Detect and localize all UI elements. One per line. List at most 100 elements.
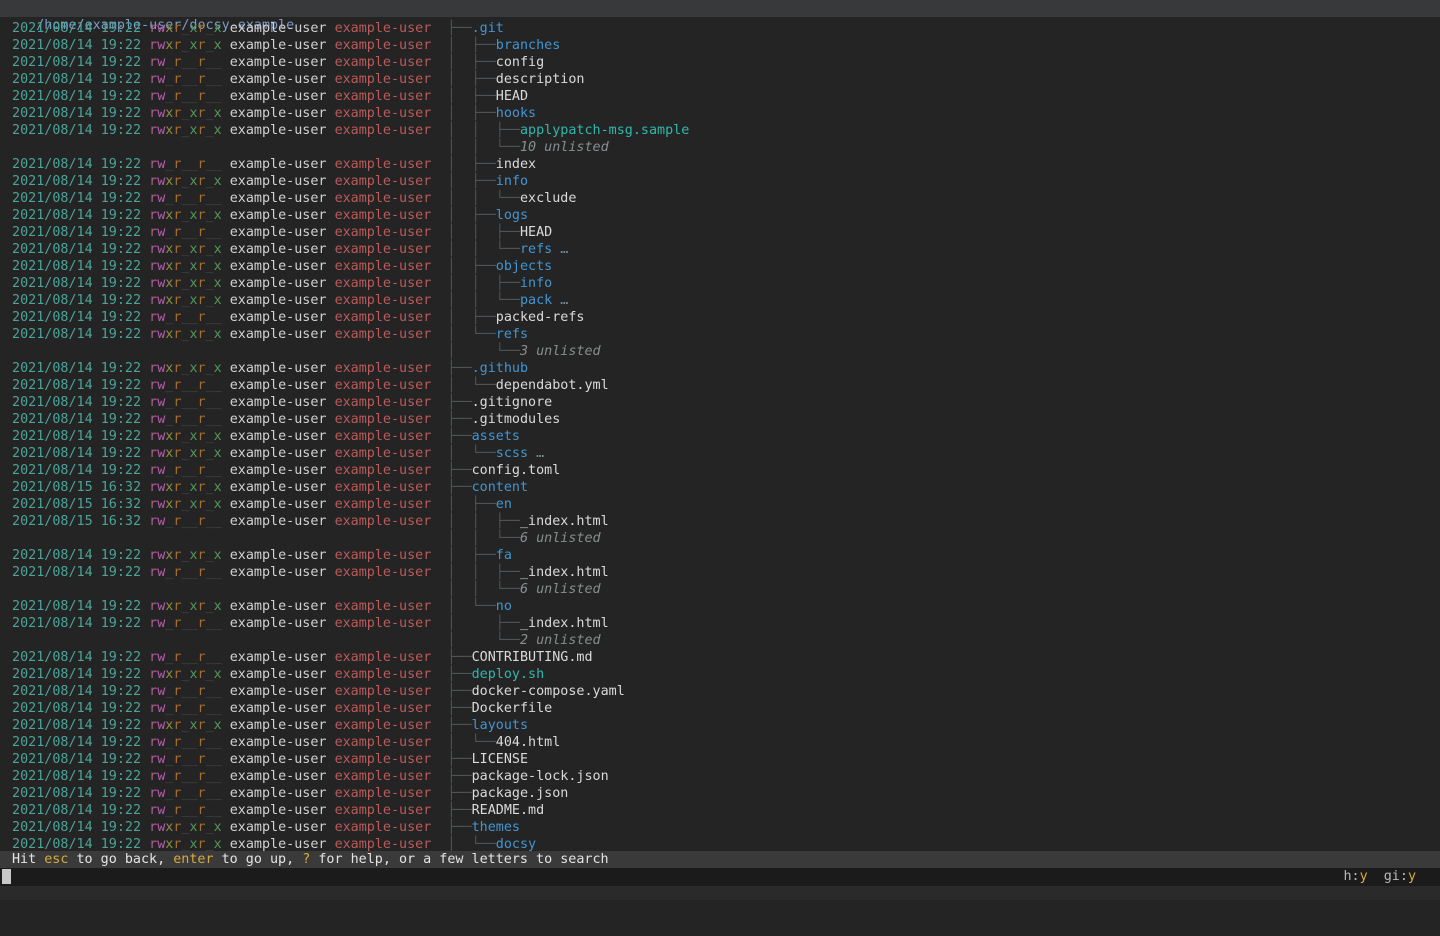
tree-node-name[interactable]: Dockerfile — [472, 701, 553, 716]
tree-node-name[interactable]: README.md — [472, 803, 545, 818]
tree-row[interactable]: 2021/08/14 19:22 rw_r__r__ example-user … — [4, 564, 1440, 581]
tree-row[interactable]: 2021/08/14 19:22 rw_r__r__ example-user … — [4, 802, 1440, 819]
tree-node-name[interactable]: scss — [496, 446, 528, 461]
tree-node-name[interactable]: pack — [520, 293, 552, 308]
tree-row[interactable]: 2021/08/14 19:22 rwxr_xr_x example-user … — [4, 258, 1440, 275]
tree-node-name[interactable]: _index.html — [520, 616, 609, 631]
tree-row[interactable]: 2021/08/14 19:22 rw_r__r__ example-user … — [4, 768, 1440, 785]
tree-row[interactable]: 2021/08/14 19:22 rwxr_xr_x example-user … — [4, 326, 1440, 343]
tree-node-name[interactable]: objects — [496, 259, 552, 274]
tree-row[interactable]: 2021/08/14 19:22 rwxr_xr_x example-user … — [4, 598, 1440, 615]
tree-node-name[interactable]: package.json — [472, 786, 569, 801]
flag-h[interactable]: h:y — [1343, 869, 1367, 884]
tree-row[interactable]: 2021/08/14 19:22 rwxr_xr_x example-user … — [4, 105, 1440, 122]
tree-node-name[interactable]: package-lock.json — [472, 769, 609, 784]
tree-row[interactable]: 2021/08/14 19:22 rw_r__r__ example-user … — [4, 700, 1440, 717]
tree-node-name[interactable]: 404.html — [496, 735, 561, 750]
tree-row[interactable]: 2021/08/14 19:22 rw_r__r__ example-user … — [4, 394, 1440, 411]
tree-node-name[interactable]: docker-compose.yaml — [472, 684, 625, 699]
tree-node-name[interactable]: LICENSE — [472, 752, 528, 767]
tree-node-name[interactable]: no — [496, 599, 512, 614]
tree-node-name[interactable]: packed-refs — [496, 310, 585, 325]
tree-row[interactable]: 2021/08/14 19:22 rwxr_xr_x example-user … — [4, 428, 1440, 445]
tree-node-name[interactable]: assets — [472, 429, 520, 444]
tree-node-name[interactable]: .git — [472, 21, 504, 36]
tree-row[interactable]: │ └──3 unlisted — [4, 343, 1440, 360]
tree-row[interactable]: 2021/08/14 19:22 rw_r__r__ example-user … — [4, 88, 1440, 105]
tree-row[interactable]: │ │ └──6 unlisted — [4, 581, 1440, 598]
tree-row[interactable]: 2021/08/14 19:22 rw_r__r__ example-user … — [4, 411, 1440, 428]
tree-node-name[interactable]: exclude — [520, 191, 576, 206]
tree-node-name[interactable]: config.toml — [472, 463, 561, 478]
tree-row[interactable]: 2021/08/14 19:22 rwxr_xr_x example-user … — [4, 37, 1440, 54]
tree-node-name[interactable]: fa — [496, 548, 512, 563]
tree-node-name[interactable]: 6 unlisted — [520, 531, 601, 546]
tree-row[interactable]: 2021/08/14 19:22 rw_r__r__ example-user … — [4, 649, 1440, 666]
tree-row[interactable]: │ │ └──10 unlisted — [4, 139, 1440, 156]
tree-row[interactable]: 2021/08/14 19:22 rw_r__r__ example-user … — [4, 54, 1440, 71]
tree-node-name[interactable]: docsy — [496, 837, 536, 852]
tree-node-name[interactable]: layouts — [472, 718, 528, 733]
tree-node-name[interactable]: 2 unlisted — [520, 633, 601, 648]
tree-node-name[interactable]: config — [496, 55, 544, 70]
tree-row[interactable]: 2021/08/15 16:32 rwxr_xr_x example-user … — [4, 496, 1440, 513]
tree-row[interactable]: 2021/08/14 19:22 rwxr_xr_x example-user … — [4, 717, 1440, 734]
tree-node-name[interactable]: hooks — [496, 106, 536, 121]
tree-row[interactable]: 2021/08/14 19:22 rw_r__r__ example-user … — [4, 751, 1440, 768]
tree-row[interactable]: 2021/08/14 19:22 rwxr_xr_x example-user … — [4, 275, 1440, 292]
flag-gi[interactable]: gi:y — [1384, 869, 1416, 884]
text-cursor[interactable] — [2, 869, 11, 884]
tree-row[interactable]: 2021/08/15 16:32 rw_r__r__ example-user … — [4, 513, 1440, 530]
tree-node-name[interactable]: refs — [520, 242, 552, 257]
tree-node-name[interactable]: deploy.sh — [472, 667, 545, 682]
tree-row[interactable]: 2021/08/14 19:22 rwxr_xr_x example-user … — [4, 20, 1440, 37]
tree-row[interactable]: 2021/08/14 19:22 rw_r__r__ example-user … — [4, 224, 1440, 241]
tree-row[interactable]: 2021/08/14 19:22 rw_r__r__ example-user … — [4, 683, 1440, 700]
tree-node-name[interactable]: content — [472, 480, 528, 495]
tree-node-name[interactable]: branches — [496, 38, 561, 53]
tree-node-name[interactable]: info — [520, 276, 552, 291]
tree-row[interactable]: 2021/08/14 19:22 rw_r__r__ example-user … — [4, 309, 1440, 326]
tree-node-name[interactable]: _index.html — [520, 565, 609, 580]
tree-node-name[interactable]: index — [496, 157, 536, 172]
tree-row[interactable]: 2021/08/14 19:22 rwxr_xr_x example-user … — [4, 547, 1440, 564]
input-bar[interactable]: h:y gi:y — [0, 868, 1440, 886]
tree-row[interactable]: 2021/08/14 19:22 rw_r__r__ example-user … — [4, 156, 1440, 173]
tree-row[interactable]: 2021/08/15 16:32 rwxr_xr_x example-user … — [4, 479, 1440, 496]
tree-row[interactable]: 2021/08/14 19:22 rw_r__r__ example-user … — [4, 785, 1440, 802]
tree-node-name[interactable]: logs — [496, 208, 528, 223]
tree-row[interactable]: 2021/08/14 19:22 rwxr_xr_x example-user … — [4, 173, 1440, 190]
tree-row[interactable]: 2021/08/14 19:22 rwxr_xr_x example-user … — [4, 207, 1440, 224]
tree-node-name[interactable]: .gitmodules — [472, 412, 561, 427]
tree-node-name[interactable]: themes — [472, 820, 520, 835]
tree-row[interactable]: 2021/08/14 19:22 rwxr_xr_x example-user … — [4, 666, 1440, 683]
tree-node-name[interactable]: _index.html — [520, 514, 609, 529]
tree-row[interactable]: │ └──2 unlisted — [4, 632, 1440, 649]
tree-row[interactable]: 2021/08/14 19:22 rwxr_xr_x example-user … — [4, 360, 1440, 377]
tree-node-name[interactable]: 6 unlisted — [520, 582, 601, 597]
tree-row[interactable]: 2021/08/14 19:22 rw_r__r__ example-user … — [4, 190, 1440, 207]
tree-node-name[interactable]: .github — [472, 361, 528, 376]
tree-node-name[interactable]: 3 unlisted — [520, 344, 601, 359]
tree-row[interactable]: 2021/08/14 19:22 rw_r__r__ example-user … — [4, 462, 1440, 479]
tree-node-name[interactable]: HEAD — [496, 89, 528, 104]
tree-node-name[interactable]: info — [496, 174, 528, 189]
tree-node-name[interactable]: .gitignore — [472, 395, 553, 410]
tree-row[interactable]: 2021/08/14 19:22 rwxr_xr_x example-user … — [4, 445, 1440, 462]
tree-row[interactable]: 2021/08/14 19:22 rwxr_xr_x example-user … — [4, 819, 1440, 836]
tree-node-name[interactable]: dependabot.yml — [496, 378, 609, 393]
tree-row[interactable]: 2021/08/14 19:22 rwxr_xr_x example-user … — [4, 292, 1440, 309]
tree-node-name[interactable]: 10 unlisted — [520, 140, 609, 155]
tree-row[interactable]: │ │ └──6 unlisted — [4, 530, 1440, 547]
tree-node-name[interactable]: applypatch-msg.sample — [520, 123, 689, 138]
tree-node-name[interactable]: en — [496, 497, 512, 512]
tree-row[interactable]: 2021/08/14 19:22 rw_r__r__ example-user … — [4, 615, 1440, 632]
tree-row[interactable]: 2021/08/14 19:22 rw_r__r__ example-user … — [4, 734, 1440, 751]
tree-node-name[interactable]: HEAD — [520, 225, 552, 240]
tree-row[interactable]: 2021/08/14 19:22 rw_r__r__ example-user … — [4, 71, 1440, 88]
tree-row[interactable]: 2021/08/14 19:22 rw_r__r__ example-user … — [4, 377, 1440, 394]
tree-node-name[interactable]: refs — [496, 327, 528, 342]
tree-node-name[interactable]: description — [496, 72, 585, 87]
tree-row[interactable]: 2021/08/14 19:22 rwxr_xr_x example-user … — [4, 122, 1440, 139]
tree-node-name[interactable]: CONTRIBUTING.md — [472, 650, 593, 665]
